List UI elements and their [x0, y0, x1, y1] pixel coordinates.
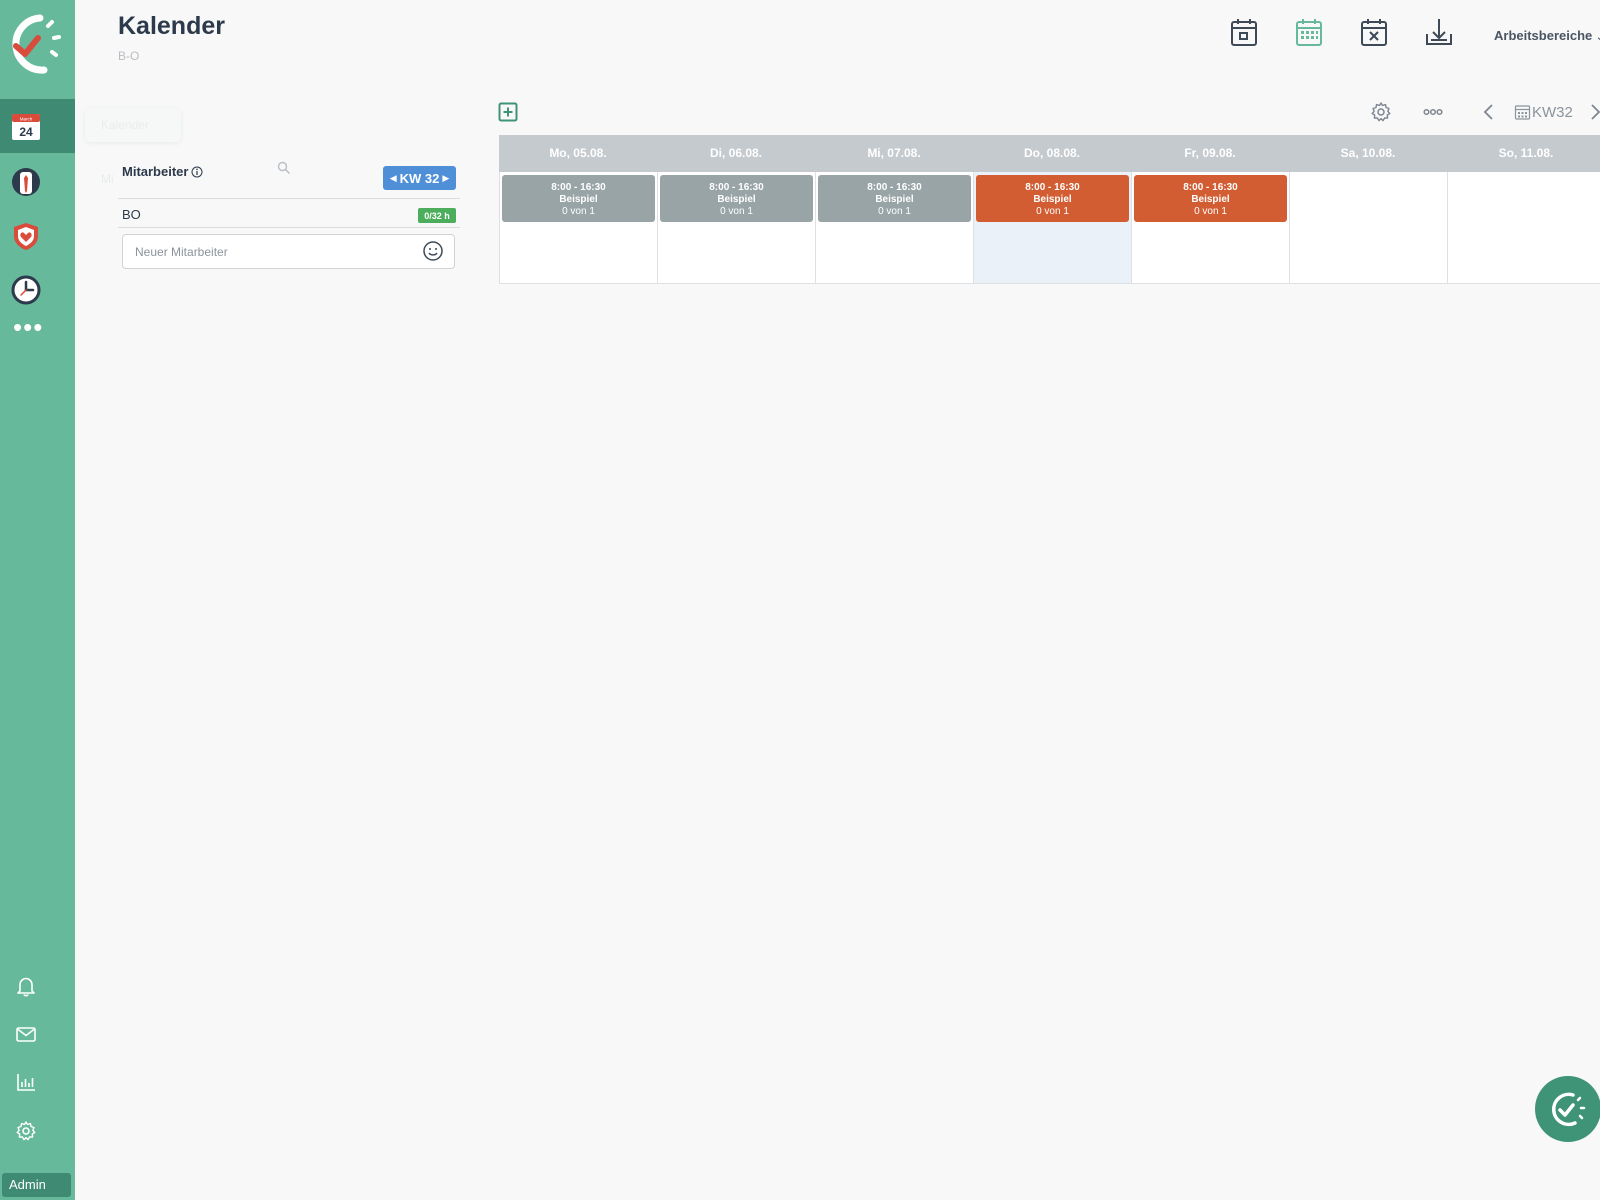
download-icon[interactable]	[1423, 16, 1455, 48]
day-header: Mi, 07.08.	[867, 146, 921, 160]
day-cell[interactable]: 8:00 - 16:30 Beispiel 0 von 1	[500, 172, 658, 283]
shift-count: 0 von 1	[1036, 206, 1069, 217]
page-title: Kalender	[118, 12, 225, 40]
employee-hours-badge: 0/32 h	[418, 208, 456, 223]
chart-icon	[17, 1074, 35, 1091]
sidebar-item-notifications[interactable]	[10, 970, 42, 1002]
shift-time: 8:00 - 16:30	[867, 182, 922, 193]
calendar-x-icon[interactable]	[1358, 16, 1390, 48]
calendar-icon: March 24	[12, 114, 40, 140]
day-cell[interactable]	[1290, 172, 1448, 283]
shift-time: 8:00 - 16:30	[1025, 182, 1080, 193]
more-icon[interactable]	[1422, 101, 1444, 123]
admin-user-label[interactable]: Admin	[2, 1173, 71, 1197]
day-header: Di, 06.08.	[709, 146, 763, 160]
employees-header: Mitarbeiter	[122, 164, 203, 179]
svg-text:March: March	[20, 117, 33, 122]
sidebar: March 24 ••• Admin	[0, 0, 75, 1200]
employee-name[interactable]: BO	[122, 207, 141, 222]
day-cell[interactable]: 8:00 - 16:30 Beispiel 0 von 1	[974, 172, 1132, 283]
chevron-left-icon[interactable]	[1478, 101, 1500, 123]
new-employee-input[interactable]	[122, 234, 455, 269]
sidebar-item-messages[interactable]	[10, 1018, 42, 1050]
day-header: Mo, 05.08.	[549, 146, 607, 160]
calendar-grid-icon[interactable]	[1293, 16, 1325, 48]
shift-card[interactable]: 8:00 - 16:30 Beispiel 0 von 1	[502, 175, 655, 222]
bell-icon	[17, 977, 35, 997]
sidebar-item-settings[interactable]	[10, 1115, 42, 1147]
logo-icon	[1552, 1092, 1586, 1127]
shift-time: 8:00 - 16:30	[551, 182, 606, 193]
shift-card[interactable]: 8:00 - 16:30 Beispiel 0 von 1	[818, 175, 971, 222]
shift-count: 0 von 1	[1194, 206, 1227, 217]
info-icon[interactable]	[191, 166, 203, 178]
chevron-down-icon: ⌄	[1596, 32, 1600, 43]
shift-name: Beispiel	[875, 194, 914, 205]
more-icon[interactable]: •••	[13, 314, 42, 342]
shield-heart-icon	[14, 223, 38, 250]
chevron-left-icon[interactable]: ◀	[390, 173, 397, 184]
shift-count: 0 von 1	[562, 206, 595, 217]
gear-icon	[16, 1121, 36, 1141]
day-cell[interactable]: 8:00 - 16:30 Beispiel 0 von 1	[1132, 172, 1290, 283]
calendar-icon[interactable]	[1514, 103, 1531, 120]
week-nav-label[interactable]: KW32	[1532, 104, 1573, 121]
shift-count: 0 von 1	[878, 206, 911, 217]
day-header: So, 11.08.	[1498, 146, 1554, 160]
calendar-header: Mo, 05.08. Di, 06.08. Mi, 07.08. Do, 08.08.…	[499, 135, 1600, 172]
day-cell[interactable]	[1448, 172, 1600, 283]
sidebar-item-employees[interactable]	[10, 166, 42, 198]
shift-card[interactable]: 8:00 - 16:30 Beispiel 0 von 1	[1134, 175, 1287, 222]
divider	[118, 227, 460, 228]
help-chat-button[interactable]	[1535, 1076, 1600, 1142]
svg-text:24: 24	[19, 125, 33, 139]
workspaces-dropdown[interactable]: Arbeitsbereiche ⌄	[1494, 28, 1600, 43]
gear-icon[interactable]	[1370, 101, 1392, 123]
shift-card[interactable]: 8:00 - 16:30 Beispiel 0 von 1	[660, 175, 813, 222]
search-icon[interactable]	[277, 161, 291, 175]
logo-icon[interactable]	[0, 8, 66, 78]
week-badge: ◀ KW 32 ▶	[383, 166, 456, 190]
mail-icon	[16, 1027, 36, 1042]
smiley-icon[interactable]	[422, 240, 444, 262]
sidebar-item-calendar[interactable]: March 24	[10, 110, 42, 142]
shift-name: Beispiel	[1191, 194, 1230, 205]
shift-name: Beispiel	[559, 194, 598, 205]
chevron-right-icon[interactable]: ▶	[442, 173, 449, 184]
week-badge-label: KW 32	[399, 170, 440, 186]
sidebar-item-absences[interactable]	[10, 220, 42, 252]
day-cell[interactable]: 8:00 - 16:30 Beispiel 0 von 1	[816, 172, 974, 283]
shift-name: Beispiel	[717, 194, 756, 205]
page-subtitle: B-O	[118, 49, 140, 63]
shift-time: 8:00 - 16:30	[1183, 182, 1238, 193]
shift-count: 0 von 1	[720, 206, 753, 217]
divider	[118, 198, 460, 199]
shift-time: 8:00 - 16:30	[709, 182, 764, 193]
day-header: Fr, 09.08.	[1184, 146, 1236, 160]
calendar-body: 8:00 - 16:30 Beispiel 0 von 1 8:00 - 16:30 B…	[499, 172, 1600, 284]
workspaces-label: Arbeitsbereiche	[1494, 28, 1593, 43]
day-header: Sa, 10.08.	[1340, 146, 1396, 160]
chevron-right-icon[interactable]	[1590, 101, 1600, 123]
shift-card[interactable]: 8:00 - 16:30 Beispiel 0 von 1	[976, 175, 1129, 222]
tie-icon	[12, 168, 40, 196]
clock-icon	[11, 275, 41, 305]
day-header: Do, 08.08.	[1023, 146, 1081, 160]
employees-label: Mitarbeiter	[122, 164, 189, 179]
sidebar-item-time-tracking[interactable]	[10, 274, 42, 306]
sidebar-item-reports[interactable]	[10, 1066, 42, 1098]
calendar-day-icon[interactable]	[1228, 16, 1260, 48]
plus-square-icon[interactable]	[498, 102, 518, 122]
tooltip-calendar: Kalender	[85, 108, 181, 142]
day-cell[interactable]: 8:00 - 16:30 Beispiel 0 von 1	[658, 172, 816, 283]
shift-name: Beispiel	[1033, 194, 1072, 205]
